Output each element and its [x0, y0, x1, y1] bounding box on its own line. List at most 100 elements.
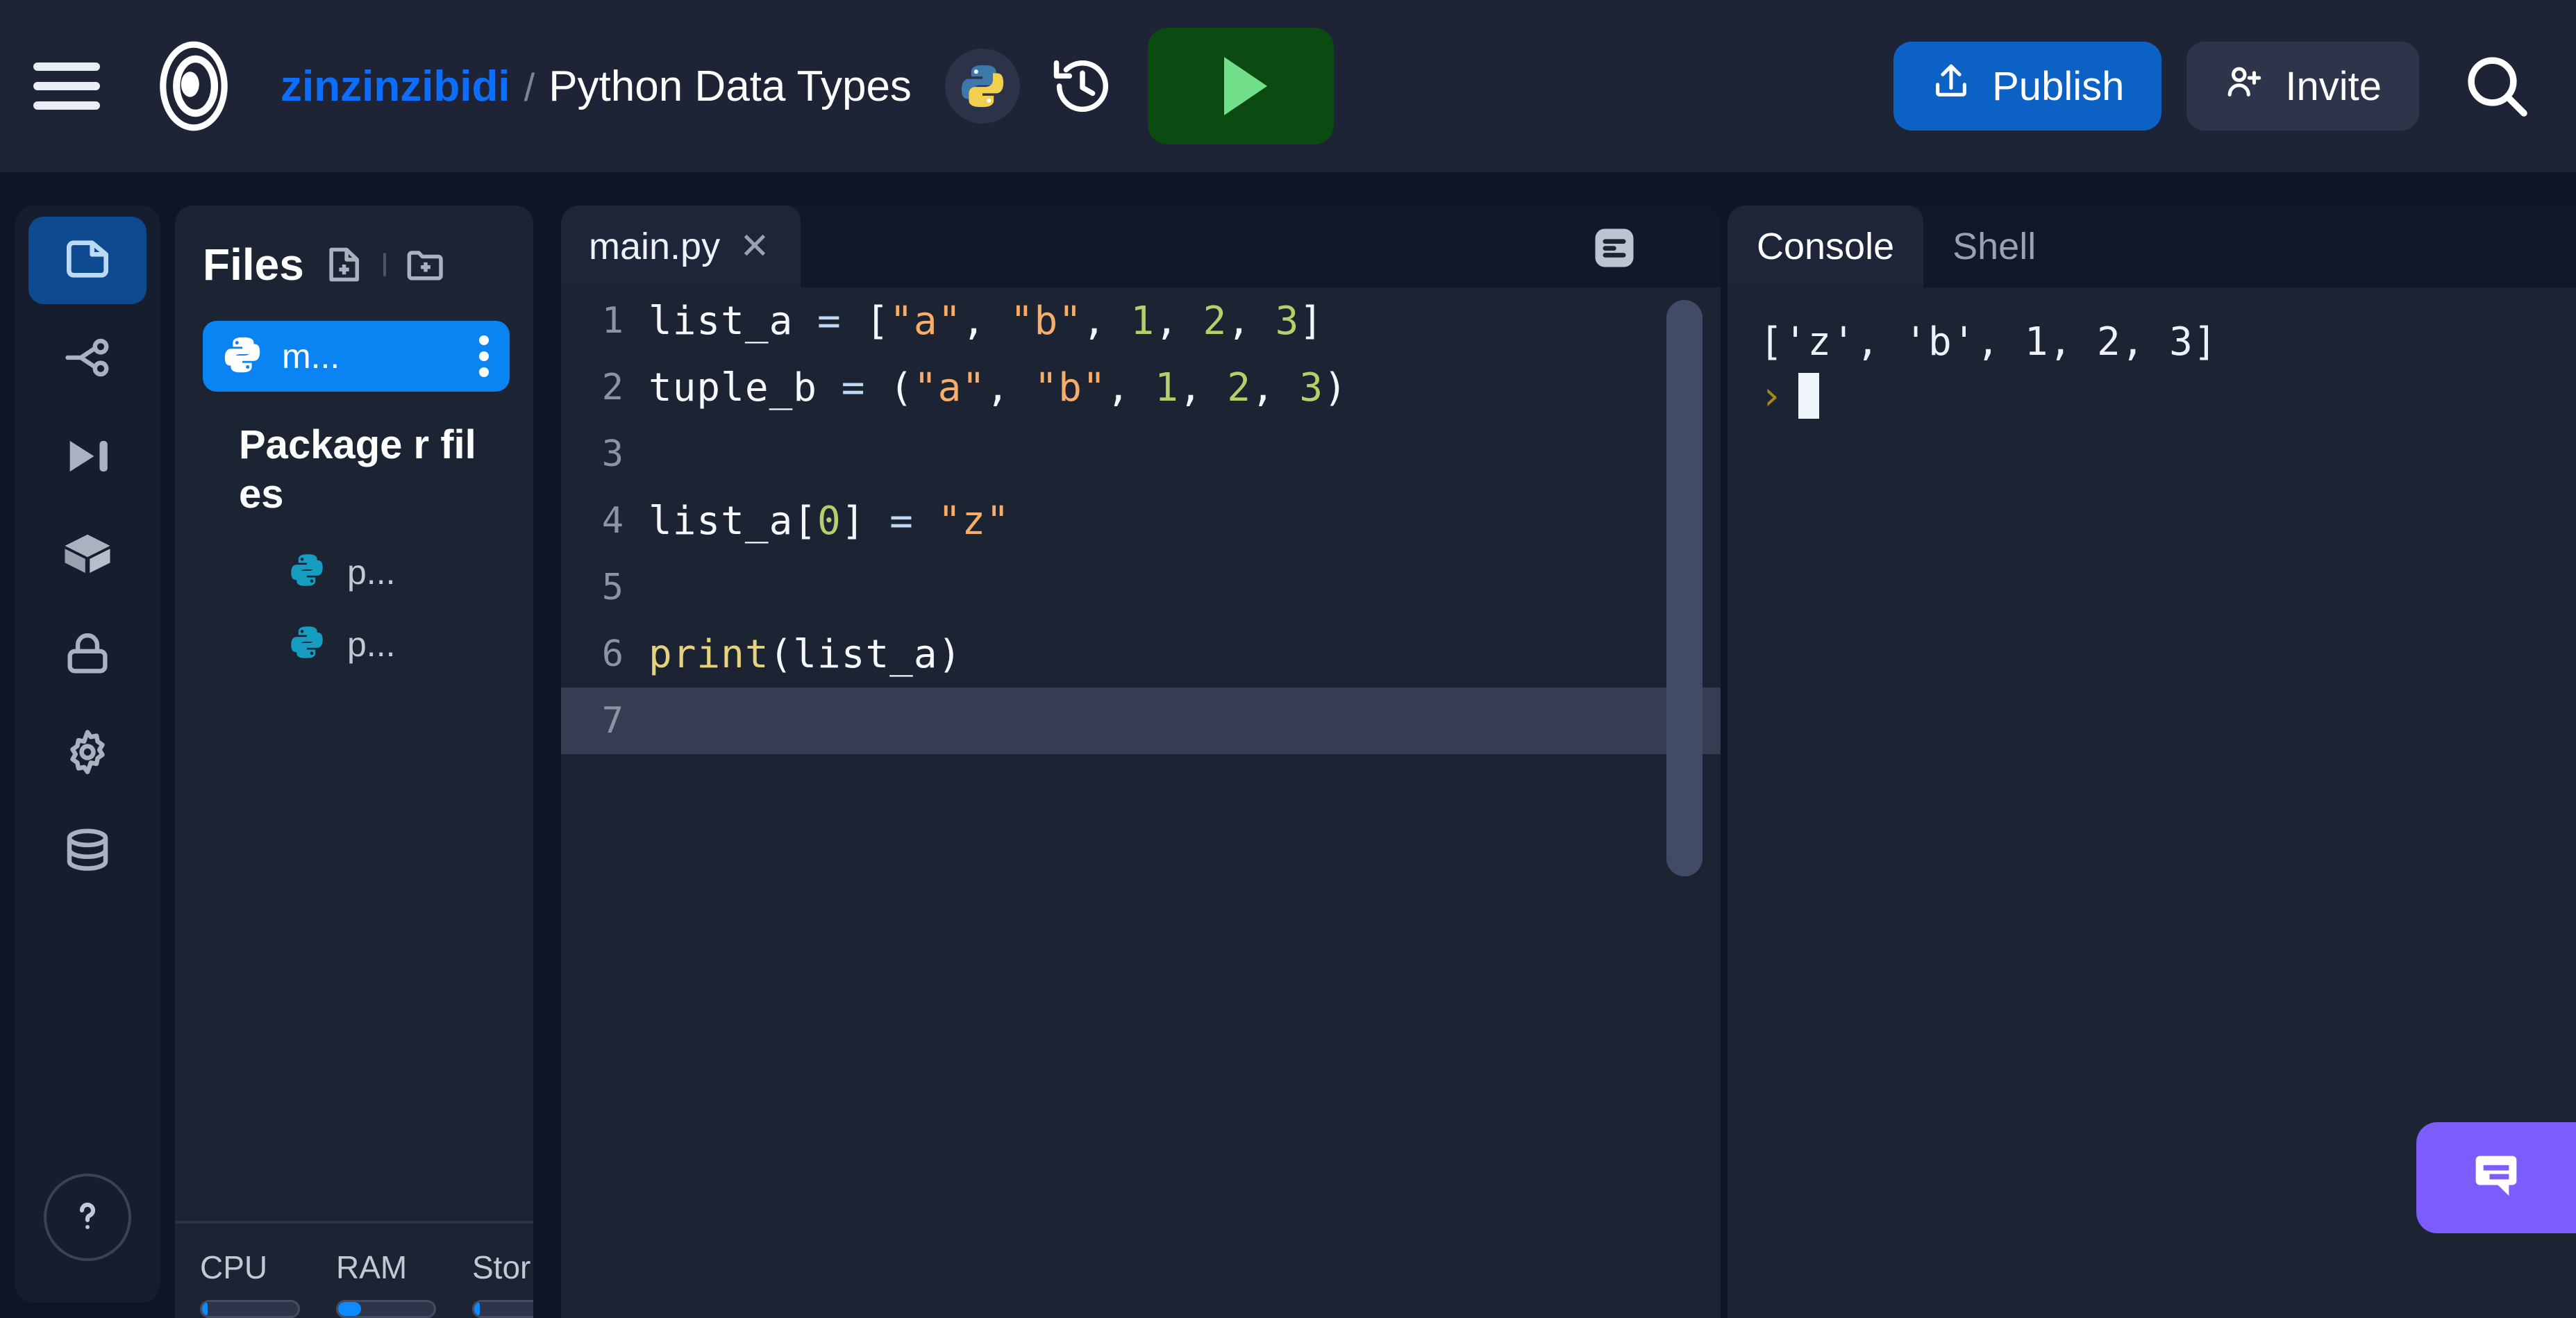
- code-token: tuple_b: [649, 365, 842, 410]
- code-line[interactable]: 2 tuple_b = ("a", "b", 1, 2, 3): [561, 354, 1721, 421]
- replit-ide-window: zinzinzibidi / Python Data Types Publish…: [0, 0, 2576, 1318]
- git-branch-icon: [61, 331, 114, 387]
- sidebar-item-database[interactable]: [28, 808, 147, 896]
- sidebar-item-settings[interactable]: [28, 710, 147, 797]
- tab-shell[interactable]: Shell: [1923, 206, 2065, 287]
- package-box-icon: [60, 528, 115, 585]
- files-panel-title: Files: [203, 240, 304, 290]
- line-number: 5: [601, 567, 624, 608]
- code-token: "b": [1010, 298, 1082, 344]
- resource-ram[interactable]: RAM: [336, 1249, 436, 1318]
- upload-icon: [1931, 61, 1971, 111]
- python-file-icon: [221, 333, 264, 380]
- sidebar-item-packages[interactable]: [28, 512, 147, 600]
- breadcrumb-owner[interactable]: zinzinzibidi: [281, 62, 510, 111]
- console-body[interactable]: ['z', 'b', 1, 2, 3] ›: [1728, 287, 2576, 423]
- file-tree: m... Package r files p... p...: [175, 290, 533, 672]
- sidebar-item-help[interactable]: [44, 1174, 131, 1261]
- tab-main-py[interactable]: main.py ✕: [561, 206, 801, 287]
- code-line[interactable]: 1 list_a = ["a", "b", 1, 2, 3]: [561, 287, 1721, 354]
- gear-icon: [60, 725, 115, 783]
- line-number: 4: [601, 500, 624, 542]
- left-icon-rail: [15, 206, 160, 1303]
- code-text: list_a = ["a", "b", 1, 2, 3]: [649, 299, 1323, 344]
- list-item[interactable]: p...: [203, 544, 510, 600]
- sidebar-item-secrets[interactable]: [28, 611, 147, 699]
- line-number: 3: [601, 433, 624, 475]
- progress-track: [336, 1300, 436, 1318]
- invite-button[interactable]: Invite: [2186, 42, 2419, 131]
- code-token: 1: [1130, 298, 1155, 344]
- publish-button[interactable]: Publish: [1893, 42, 2162, 131]
- code-token: "a": [889, 298, 962, 344]
- code-token: ]: [1299, 298, 1324, 344]
- list-item-label: p...: [347, 552, 396, 592]
- run-button[interactable]: [1147, 28, 1334, 144]
- close-icon[interactable]: ✕: [739, 228, 770, 265]
- code-token: =: [841, 365, 866, 410]
- search-icon[interactable]: [2455, 44, 2539, 128]
- code-token: ]: [841, 498, 890, 544]
- code-line[interactable]: 6 print(list_a): [561, 621, 1721, 687]
- file-tree-item-selected[interactable]: m...: [203, 321, 510, 392]
- code-token: (: [865, 365, 914, 410]
- format-lines-icon[interactable]: [1591, 225, 1637, 271]
- code-token: ): [1323, 365, 1348, 410]
- resource-storage[interactable]: Stor: [472, 1249, 533, 1318]
- editor-scrollbar[interactable]: [1666, 300, 1703, 876]
- replit-logo-icon[interactable]: [149, 41, 239, 131]
- chat-bubble-icon: [2466, 1146, 2527, 1210]
- sidebar-item-git[interactable]: [28, 315, 147, 403]
- code-token: 3: [1299, 365, 1324, 410]
- code-line[interactable]: 4 list_a[0] = "z": [561, 487, 1721, 554]
- code-token: "a": [913, 365, 987, 410]
- progress-fill: [202, 1302, 208, 1316]
- python-file-icon: [287, 551, 326, 593]
- kebab-menu-icon[interactable]: [479, 335, 492, 377]
- hamburger-menu-icon[interactable]: [33, 53, 100, 119]
- hamburger-bar: [33, 62, 100, 71]
- console-tab-bar: Console Shell: [1728, 206, 2576, 287]
- code-token: list_a[: [649, 498, 818, 544]
- kebab-dot: [479, 351, 489, 361]
- code-token: (list_a): [769, 631, 962, 677]
- code-line[interactable]: 5: [561, 554, 1721, 621]
- new-file-icon[interactable]: [319, 240, 368, 289]
- kebab-dot: [479, 367, 489, 377]
- code-area[interactable]: 1 list_a = ["a", "b", 1, 2, 3] 2 tuple_b = …: [561, 287, 1721, 1318]
- list-item[interactable]: p...: [203, 617, 510, 672]
- line-number: 2: [601, 367, 624, 408]
- breadcrumb: zinzinzibidi / Python Data Types: [281, 62, 912, 111]
- console-output: ['z', 'b', 1, 2, 3]: [1759, 319, 2218, 365]
- tab-console[interactable]: Console: [1728, 206, 1924, 287]
- console-prompt-row[interactable]: ›: [1759, 369, 2576, 423]
- code-line[interactable]: 3: [561, 421, 1721, 487]
- breadcrumb-separator: /: [524, 65, 535, 109]
- line-number: 1: [601, 300, 624, 342]
- sidebar-item-files[interactable]: [28, 217, 147, 304]
- code-token: =: [889, 498, 914, 544]
- new-folder-icon[interactable]: [401, 240, 450, 289]
- code-token: print: [649, 631, 769, 677]
- code-lines[interactable]: 1 list_a = ["a", "b", 1, 2, 3] 2 tuple_b = …: [561, 287, 1721, 754]
- page-title: Python Data Types: [549, 62, 912, 110]
- code-token: "b": [1034, 365, 1107, 410]
- progress-track: [472, 1300, 533, 1318]
- invite-button-label: Invite: [2285, 63, 2382, 109]
- progress-fill: [338, 1302, 362, 1316]
- resource-cpu[interactable]: CPU: [200, 1249, 300, 1318]
- code-token: 3: [1275, 298, 1300, 344]
- files-panel-header: Files: [175, 206, 533, 290]
- code-token: 0: [817, 498, 842, 544]
- python-logo-icon[interactable]: [944, 49, 1020, 124]
- code-token: ,: [1227, 298, 1276, 344]
- code-line[interactable]: 7: [561, 687, 1721, 754]
- history-clock-icon[interactable]: [1046, 50, 1119, 122]
- sidebar-item-debugger[interactable]: [28, 414, 147, 501]
- text-cursor: [1798, 373, 1819, 419]
- code-token: =: [817, 298, 842, 344]
- code-token: ,: [986, 365, 1035, 410]
- chat-bubble-button[interactable]: [2416, 1122, 2576, 1233]
- code-text: tuple_b = ("a", "b", 1, 2, 3): [649, 365, 1348, 410]
